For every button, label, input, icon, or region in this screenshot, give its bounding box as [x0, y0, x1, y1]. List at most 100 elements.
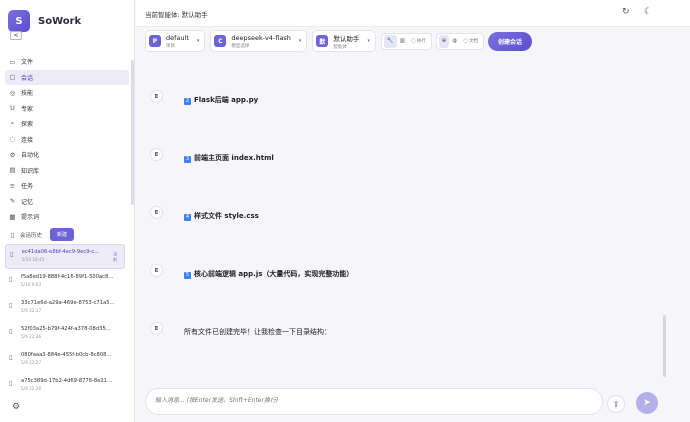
sidebar-scrollbar[interactable] — [131, 60, 134, 205]
main-scrollbar[interactable] — [663, 315, 666, 377]
session-item[interactable]: ▯ ec41da06-e8bf-4ec9-9ec9-c... 5/10 18:45 当… — [5, 244, 125, 269]
explore-icon: ⌕ — [10, 119, 15, 128]
tool-toggle[interactable]: ◍ — [449, 35, 460, 48]
chevron-down-icon: ▾ — [298, 38, 302, 44]
sidebar-item[interactable]: ⚙ 自动化 — [5, 147, 129, 163]
sidebar-item-label: 文件 — [21, 59, 34, 67]
task-icon: ≡ — [9, 181, 16, 190]
sidebar-item-label: 提示词 — [21, 214, 40, 222]
history-header: ▯ 会话历史 新建 — [8, 228, 128, 241]
agent-selector[interactable]: 默 默认助手 智能体 ▾ — [312, 30, 376, 52]
project-selector[interactable]: P default 项目 ▾ — [145, 30, 206, 52]
message: E 3 前端主页面 index.html — [145, 140, 665, 190]
tool-label: 文档 — [469, 39, 479, 44]
session-list: ▯ ec41da06-e8bf-4ec9-9ec9-c... 5/10 18:45 当… — [5, 244, 125, 401]
sidebar-item-label: 任务 — [21, 183, 34, 191]
project-sub: 项目 — [166, 43, 175, 49]
sidebar-item[interactable]: ◌ 连接 — [5, 132, 129, 148]
sidebar-nav: ▭ 文件 ▢ 会话 ◎ 技能 U 专家 ⌕ 探索 ◌ 连接 ⚙ 自动化 ▤ 知识库 ≡ 任务 ✎ 记忆 ▦ 提示词 — [5, 54, 129, 225]
model-selector[interactable]: C deepseek-v4-flash 模型选择 ▾ — [210, 30, 308, 52]
theme-moon-icon[interactable]: ☾ — [644, 7, 652, 17]
sidebar-item-label: 会话 — [21, 74, 34, 82]
memory-icon: ✎ — [9, 197, 16, 206]
settings-icon[interactable]: ⚙ — [12, 402, 20, 412]
message: E 5 核心前端逻辑 app.js（大量代码，实现完整功能） — [145, 256, 665, 306]
message-input[interactable] — [155, 397, 595, 404]
session-text: 52f03a25-b79f-424f-a378-08d35... 5/9 22:3… — [21, 326, 117, 339]
tool-icon: ◌ — [463, 38, 469, 44]
message-content: 核心前端逻辑 app.js（大量代码，实现完整功能） — [194, 270, 354, 278]
sidebar-item[interactable]: ✎ 记忆 — [5, 194, 129, 210]
message-text: 所有文件已创建完毕！让我检查一下目录结构： — [184, 327, 331, 337]
session-item[interactable]: ▯ 080faaa3-884e-455f-b0cb-8c808... 5/9 22:… — [5, 348, 125, 373]
message-text: 2 Flask后端 app.py — [184, 95, 258, 105]
tool-toggle[interactable]: ⊕ — [438, 34, 450, 48]
session-id: a75c389d-17b2-4d69-8776-8e21... — [21, 378, 112, 385]
sidebar-item-label: 连接 — [21, 136, 34, 144]
sidebar-item-label: 探索 — [21, 121, 34, 129]
tool-icon: ▥ — [399, 38, 405, 44]
skill-icon: ◎ — [9, 88, 16, 97]
tool-icon: ◌ — [410, 38, 416, 44]
prompt-icon: ▦ — [9, 212, 16, 221]
session-id: 080faaa3-884e-455f-b0cb-8c808... — [21, 352, 112, 359]
message: E 所有文件已创建完毕！让我检查一下目录结构： — [145, 314, 665, 364]
app-logo: S — [8, 10, 30, 32]
session-item[interactable]: ▯ 33c71e6d-a29a-469e-8753-c71a5... 5/9 22:… — [5, 296, 125, 321]
avatar: E — [150, 322, 163, 335]
new-session-button[interactable]: 新建 — [50, 228, 75, 241]
app-name: SoWork — [38, 15, 82, 27]
message-content: 前端主页面 index.html — [194, 154, 274, 162]
message-text: 5 核心前端逻辑 app.js（大量代码，实现完整功能） — [184, 269, 353, 279]
message: E 2 Flask后端 app.py — [145, 82, 665, 132]
send-icon[interactable]: ➤ — [636, 392, 658, 414]
session-item[interactable]: ▯ a75c389d-17b2-4d69-8776-8e21... 5/9 22:2… — [5, 374, 125, 399]
sidebar-item-label: 专家 — [21, 105, 34, 113]
collapse-sidebar-button[interactable]: < — [10, 31, 22, 40]
project-badge: P — [149, 35, 161, 47]
avatar: E — [150, 148, 163, 161]
tool-toggle[interactable]: 🔧 — [383, 34, 397, 48]
sidebar-item[interactable]: ▦ 提示词 — [5, 209, 129, 225]
session-item[interactable]: ▯ 52f03a25-b79f-424f-a378-08d35... 5/9 22:… — [5, 322, 125, 347]
model-name: deepseek-v4-flash — [231, 33, 291, 42]
tool-toggle[interactable]: ◌ 执行 — [408, 35, 429, 48]
sidebar-item[interactable]: ▢ 会话 — [5, 69, 129, 85]
refresh-icon[interactable]: ↻ — [622, 7, 630, 17]
tool-icon: 🔧 — [386, 38, 394, 44]
session-id: ec41da06-e8bf-4ec9-9ec9-c... — [21, 249, 100, 255]
create-session-button[interactable]: 创建会话 — [488, 31, 533, 51]
session-time: 5/10 18:45 — [21, 257, 45, 262]
upload-icon[interactable]: ⇪ — [607, 395, 625, 413]
history-icon: ▯ — [10, 230, 15, 239]
message-text: 3 前端主页面 index.html — [184, 153, 274, 163]
sidebar-item[interactable]: ◎ 技能 — [5, 85, 129, 101]
session-time: 5/9 22:37 — [21, 308, 42, 314]
current-agent-label: 当前智能体: 默认助手 — [145, 11, 208, 19]
brand: S SoWork — [8, 10, 81, 32]
session-time: 5/9 22:36 — [21, 334, 42, 340]
agent-sub: 智能体 — [333, 44, 347, 50]
tool-toggle[interactable]: ▥ — [397, 35, 408, 48]
sidebar-item[interactable]: ▭ 文件 — [5, 54, 129, 70]
tool-toggle[interactable]: ◌ 文档 — [460, 35, 481, 48]
tool-icon: ⊕ — [441, 38, 447, 44]
message-content: 样式文件 style.css — [194, 212, 259, 220]
sidebar-item-label: 自动化 — [21, 152, 40, 160]
sidebar-item[interactable]: ≡ 任务 — [5, 178, 129, 194]
message-text: 4 样式文件 style.css — [184, 211, 259, 221]
document-icon: ▯ — [10, 250, 14, 258]
sidebar-item[interactable]: ▤ 知识库 — [5, 163, 129, 179]
session-id: 52f03a25-b79f-424f-a378-08d35... — [21, 326, 111, 333]
session-text: 080faaa3-884e-455f-b0cb-8c808... 5/9 22:2… — [21, 352, 117, 365]
avatar: E — [150, 264, 163, 277]
session-time: 5/10 0:03 — [21, 282, 42, 288]
document-icon: ▯ — [9, 327, 13, 336]
current-badge: 当前 — [113, 251, 118, 262]
sidebar-item[interactable]: U 专家 — [5, 101, 129, 117]
message: E 4 样式文件 style.css — [145, 198, 665, 248]
avatar: E — [150, 90, 163, 103]
document-icon: ▯ — [9, 353, 13, 362]
sidebar-item[interactable]: ⌕ 探索 — [5, 116, 129, 132]
session-item[interactable]: ▯ f5a8ed19-888f-4c16-89f1-500ac8... 5/10 0… — [5, 270, 125, 295]
